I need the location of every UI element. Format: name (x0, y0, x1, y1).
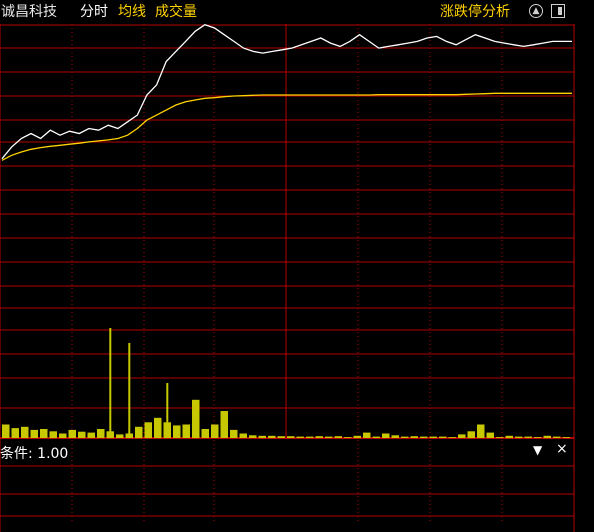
volume-bar (154, 417, 162, 439)
intraday-chart[interactable] (0, 24, 594, 532)
volume-spike (166, 383, 169, 438)
volume-bar (116, 434, 124, 438)
volume-bar (21, 426, 29, 439)
volume-bar (306, 436, 314, 438)
volume-bar (173, 425, 181, 438)
volume-bar (486, 432, 494, 438)
tab-average-line[interactable]: 均线 (118, 3, 146, 21)
limit-analysis-link[interactable]: 涨跌停分析 (440, 3, 510, 21)
volume-bar (391, 435, 399, 438)
volume-bar (553, 436, 561, 438)
volume-bar (230, 429, 238, 438)
volume-bar (496, 437, 504, 438)
window-icon[interactable] (551, 4, 565, 18)
volume-bar (258, 435, 266, 439)
volume-bar (543, 435, 551, 439)
volume-bar (353, 435, 361, 439)
volume-bar (277, 436, 285, 438)
volume-bar (87, 432, 95, 438)
volume-bar (467, 431, 475, 439)
volume-bar (439, 436, 447, 438)
volume-bar (458, 434, 466, 438)
volume-bar (334, 436, 342, 438)
volume-bar (97, 429, 105, 438)
volume-bar (201, 429, 209, 438)
volume-bar (296, 436, 304, 438)
volume-bar (30, 429, 38, 438)
volume-bar (11, 428, 19, 438)
volume-bar (49, 431, 57, 439)
volume-bar (287, 436, 295, 438)
volume-bar (382, 433, 390, 438)
dropdown-icon[interactable]: ▼ (533, 443, 542, 457)
volume-bar (524, 436, 532, 438)
volume-bar (249, 435, 257, 438)
volume-spike (128, 343, 131, 438)
volume-bar (429, 436, 437, 438)
volume-bar (344, 437, 352, 438)
volume-bar (534, 437, 542, 438)
volume-bar (448, 437, 456, 438)
chart-header: 诚昌科技 分时 均线 成交量 涨跌停分析 ▲ (0, 0, 594, 24)
price-line (1, 24, 572, 160)
volume-bar (562, 437, 570, 438)
volume-bar (220, 411, 228, 438)
indicator-label: 条件: 1.00 (0, 446, 69, 462)
tab-volume[interactable]: 成交量 (155, 3, 197, 21)
stock-name: 诚昌科技 (1, 4, 57, 20)
volume-spike (109, 328, 112, 438)
volume-bar (211, 424, 219, 438)
volume-bar (2, 424, 10, 438)
volume-bar (40, 429, 48, 438)
volume-bar (363, 432, 371, 438)
price-lines (1, 24, 572, 161)
volume-bar (505, 435, 513, 439)
volume-bar (420, 436, 428, 438)
volume-bar (192, 399, 200, 439)
chart-grid (0, 24, 575, 532)
volume-bar (315, 436, 323, 438)
average-line (1, 92, 572, 161)
close-icon[interactable]: × (556, 441, 568, 457)
volume-bar (78, 431, 86, 438)
volume-bar (182, 424, 190, 438)
volume-bar (515, 436, 523, 438)
volume-bar (59, 433, 67, 438)
tab-minute[interactable]: 分时 (80, 3, 108, 21)
volume-bar (372, 436, 380, 438)
volume-bar (325, 436, 333, 438)
volume-bar (144, 422, 152, 439)
volume-bar (410, 436, 418, 438)
upload-icon[interactable]: ▲ (529, 4, 543, 18)
volume-bar (477, 424, 485, 438)
volume-bar (135, 426, 143, 439)
volume-bar (239, 433, 247, 438)
volume-bar (268, 435, 276, 439)
volume-bar (401, 436, 409, 438)
volume-bar (68, 429, 76, 438)
